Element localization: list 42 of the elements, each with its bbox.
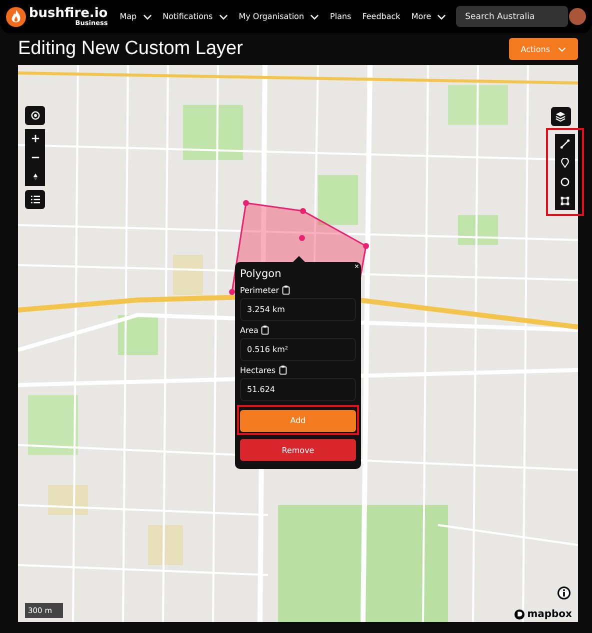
circle-icon[interactable] [560,176,570,186]
clipboard-icon[interactable] [278,365,287,375]
compass-icon[interactable] [32,172,38,182]
layers-icon[interactable] [555,111,566,122]
clipboard-icon[interactable] [261,325,270,335]
brand-name[interactable]: bushfire.io [29,6,108,20]
nav-menu-item[interactable]: More [411,12,446,21]
nav-menu-item[interactable]: Plans [330,12,352,21]
layers-button[interactable] [550,107,570,126]
flame-logo-icon [6,6,26,26]
locate-icon[interactable] [30,110,40,121]
value-field[interactable]: 3.254 km [240,298,356,321]
list-icon[interactable] [30,195,40,204]
caret-icon[interactable] [310,14,320,20]
value-field[interactable]: 0.516 km² [240,338,356,361]
caret-icon[interactable] [218,14,228,20]
mapbox-wordmark[interactable]: mapbox [527,609,572,620]
mapbox-logo-icon [514,609,526,620]
legend-list-button[interactable] [25,190,45,209]
nav-menu-item[interactable]: Map [120,12,152,21]
avatar[interactable] [569,8,586,25]
page-title: Editing New Custom Layer [18,38,243,60]
polygon-icon[interactable] [560,196,570,206]
nav-menu-item[interactable]: My Organisation [238,12,320,21]
field-label: Area [240,326,258,334]
locate-button[interactable] [25,106,45,125]
nav-menu-item[interactable]: Notifications [162,12,228,21]
caret-icon[interactable] [142,14,152,20]
field-label: Hectares [240,366,276,374]
close-button[interactable]: × [354,262,359,271]
caret-icon[interactable] [437,14,446,20]
field-label: Perimeter [240,286,280,294]
search-field[interactable]: Search Australia [456,6,568,27]
remove-button[interactable]: Remove [240,439,356,461]
clipboard-icon[interactable] [282,285,290,295]
zoom-in-icon[interactable] [30,134,40,143]
popup-title: Polygon [240,268,282,280]
value-field[interactable]: 51.624 [240,378,356,401]
info-icon[interactable] [557,586,571,600]
marker-icon[interactable] [560,158,570,168]
line-icon[interactable] [560,138,570,148]
nav-menu-item[interactable]: Feedback [362,12,400,21]
